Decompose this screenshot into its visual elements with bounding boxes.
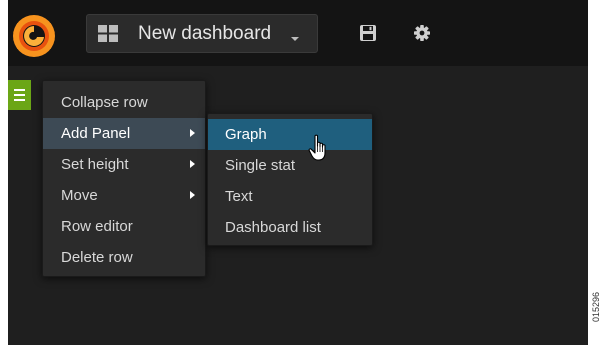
chevron-right-icon bbox=[190, 160, 195, 168]
grid-icon bbox=[98, 25, 118, 42]
menu-item-label: Set height bbox=[61, 156, 129, 173]
grafana-logo-icon[interactable] bbox=[10, 12, 58, 60]
submenu-item-dashboard-list[interactable]: Dashboard list bbox=[208, 212, 372, 243]
submenu-item-label: Dashboard list bbox=[225, 219, 321, 236]
menu-item-label: Move bbox=[61, 187, 98, 204]
menu-item-label: Add Panel bbox=[61, 125, 131, 142]
menu-item-add-panel[interactable]: Add Panel bbox=[43, 118, 205, 149]
menu-item-delete-row[interactable]: Delete row bbox=[43, 242, 205, 273]
hamburger-icon bbox=[14, 89, 25, 91]
chevron-right-icon bbox=[190, 191, 195, 199]
menu-item-move[interactable]: Move bbox=[43, 180, 205, 211]
menu-item-set-height[interactable]: Set height bbox=[43, 149, 205, 180]
submenu-item-label: Text bbox=[225, 188, 253, 205]
menu-item-label: Delete row bbox=[61, 249, 133, 266]
menu-item-label: Row editor bbox=[61, 218, 133, 235]
submenu-item-label: Single stat bbox=[225, 157, 296, 174]
gear-icon[interactable] bbox=[413, 24, 431, 42]
dashboard-picker-button[interactable]: New dashboard bbox=[86, 14, 318, 53]
menu-item-label: Collapse row bbox=[61, 94, 148, 111]
caret-down-icon bbox=[291, 37, 299, 41]
grafana-screen: New dashboard Collapse row Add Panel Set… bbox=[8, 0, 588, 345]
save-icon[interactable] bbox=[359, 24, 377, 42]
top-navbar: New dashboard bbox=[8, 0, 588, 66]
hamburger-icon bbox=[14, 99, 25, 101]
hamburger-icon bbox=[14, 94, 25, 96]
hand-pointer-icon bbox=[308, 134, 326, 161]
menu-item-row-editor[interactable]: Row editor bbox=[43, 211, 205, 242]
submenu-item-text[interactable]: Text bbox=[208, 181, 372, 212]
add-panel-submenu: Graph Single stat Text Dashboard list bbox=[207, 113, 373, 246]
chevron-right-icon bbox=[190, 129, 195, 137]
figure: New dashboard Collapse row Add Panel Set… bbox=[0, 0, 600, 345]
submenu-item-graph[interactable]: Graph bbox=[208, 119, 372, 150]
submenu-item-label: Graph bbox=[225, 126, 267, 143]
figure-id: 015296 bbox=[591, 291, 600, 322]
dashboard-title: New dashboard bbox=[138, 23, 272, 44]
row-menu: Collapse row Add Panel Set height Move R… bbox=[42, 80, 206, 277]
submenu-item-single-stat[interactable]: Single stat bbox=[208, 150, 372, 181]
row-menu-button[interactable] bbox=[8, 80, 31, 110]
menu-item-collapse-row[interactable]: Collapse row bbox=[43, 87, 205, 118]
